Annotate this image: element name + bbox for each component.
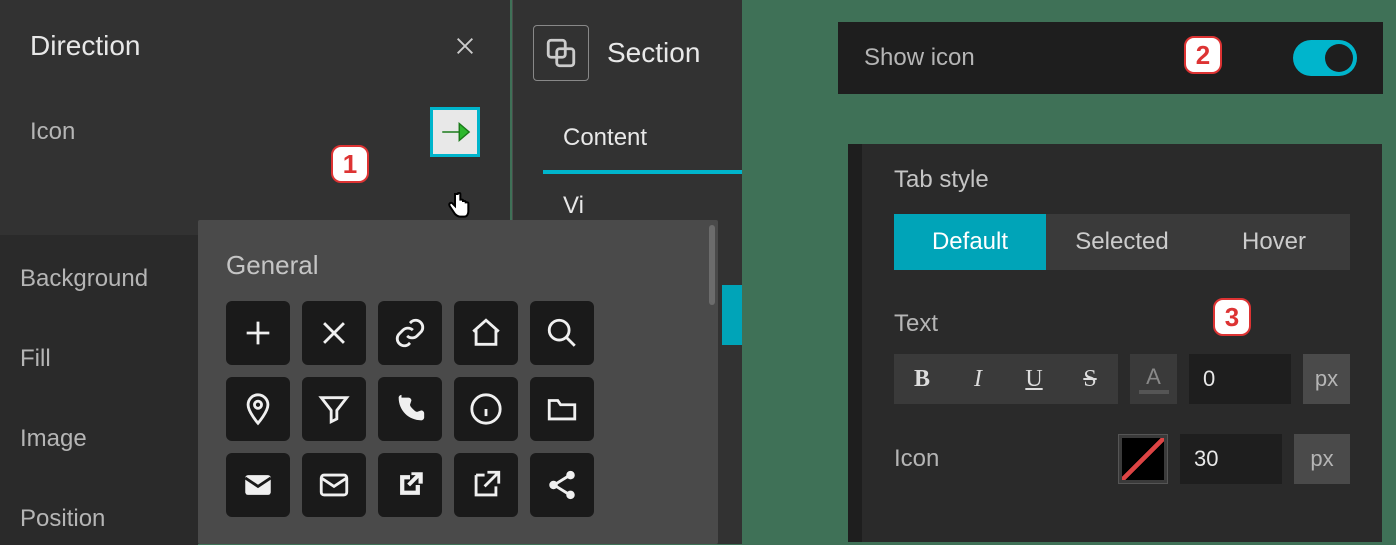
close-button[interactable]: [450, 31, 480, 61]
icon-style-row: Icon px: [894, 434, 1350, 484]
mail-icon[interactable]: [302, 453, 366, 517]
x-icon[interactable]: [302, 301, 366, 365]
icon-label: Icon: [30, 118, 75, 146]
tab-style-title: Tab style: [894, 166, 1350, 194]
icon-size-input[interactable]: [1180, 434, 1282, 484]
phone-icon[interactable]: [378, 377, 442, 441]
plus-icon[interactable]: [226, 301, 290, 365]
icon-color-swatch[interactable]: [1118, 434, 1168, 484]
text-size-input[interactable]: [1189, 354, 1291, 404]
underline-button[interactable]: U: [1006, 354, 1062, 404]
folder-icon[interactable]: [530, 377, 594, 441]
text-color-button[interactable]: A: [1130, 354, 1177, 404]
left-sidebar: Background Fill Image Position: [0, 235, 198, 545]
tab-style-tabs: Default Selected Hover: [894, 214, 1350, 270]
cursor-hand-icon: [443, 190, 475, 222]
link-icon[interactable]: [378, 301, 442, 365]
filter-icon[interactable]: [302, 377, 366, 441]
icon-row: Icon: [0, 92, 510, 172]
position-label: Position: [20, 505, 178, 533]
show-icon-row: Show icon: [838, 22, 1383, 94]
show-icon-label: Show icon: [864, 44, 975, 72]
text-size-unit[interactable]: px: [1303, 354, 1350, 404]
section-icon: [533, 25, 589, 81]
icon-style-label: Icon: [894, 445, 939, 473]
strike-button[interactable]: S: [1062, 354, 1118, 404]
home-icon[interactable]: [454, 301, 518, 365]
mail-filled-icon[interactable]: [226, 453, 290, 517]
arrow-right-icon: [438, 115, 472, 149]
tab-content[interactable]: Content: [543, 106, 742, 174]
search-icon[interactable]: [530, 301, 594, 365]
italic-button[interactable]: I: [950, 354, 1006, 404]
tab-selected[interactable]: Selected: [1046, 214, 1198, 270]
callout-3: 3: [1213, 298, 1251, 336]
tab-hover[interactable]: Hover: [1198, 214, 1350, 270]
image-label: Image: [20, 425, 178, 453]
teal-accent: [722, 285, 742, 345]
share-nodes-icon[interactable]: [530, 453, 594, 517]
callout-2: 2: [1184, 36, 1222, 74]
share-box-icon[interactable]: [378, 453, 442, 517]
font-color-bar: [1139, 390, 1169, 394]
external-link-icon[interactable]: [454, 453, 518, 517]
section-tabs: Content Vi: [513, 106, 742, 238]
icon-picker-popup: General: [198, 220, 718, 544]
tab-style-panel: Tab style Default Selected Hover Text B …: [848, 144, 1382, 542]
panel-header: Direction: [0, 0, 510, 92]
pin-icon[interactable]: [226, 377, 290, 441]
section-title: Section: [607, 37, 700, 69]
text-format-row: B I U S A px: [894, 354, 1350, 404]
icon-preview-button[interactable]: [430, 107, 480, 157]
text-label: Text: [894, 310, 1350, 338]
background-label: Background: [20, 265, 178, 293]
picker-category-title: General: [226, 250, 690, 281]
fill-label: Fill: [20, 345, 178, 373]
bold-button[interactable]: B: [894, 354, 950, 404]
section-header: Section: [513, 0, 742, 106]
font-color-icon: A: [1146, 364, 1161, 390]
show-icon-toggle[interactable]: [1293, 40, 1357, 76]
close-icon: [454, 35, 476, 57]
text-format-group: B I U S: [894, 354, 1118, 404]
info-icon[interactable]: [454, 377, 518, 441]
callout-1: 1: [331, 145, 369, 183]
tab-default[interactable]: Default: [894, 214, 1046, 270]
icon-size-unit[interactable]: px: [1294, 434, 1350, 484]
panel-title: Direction: [30, 30, 140, 62]
icon-grid: [226, 301, 690, 517]
